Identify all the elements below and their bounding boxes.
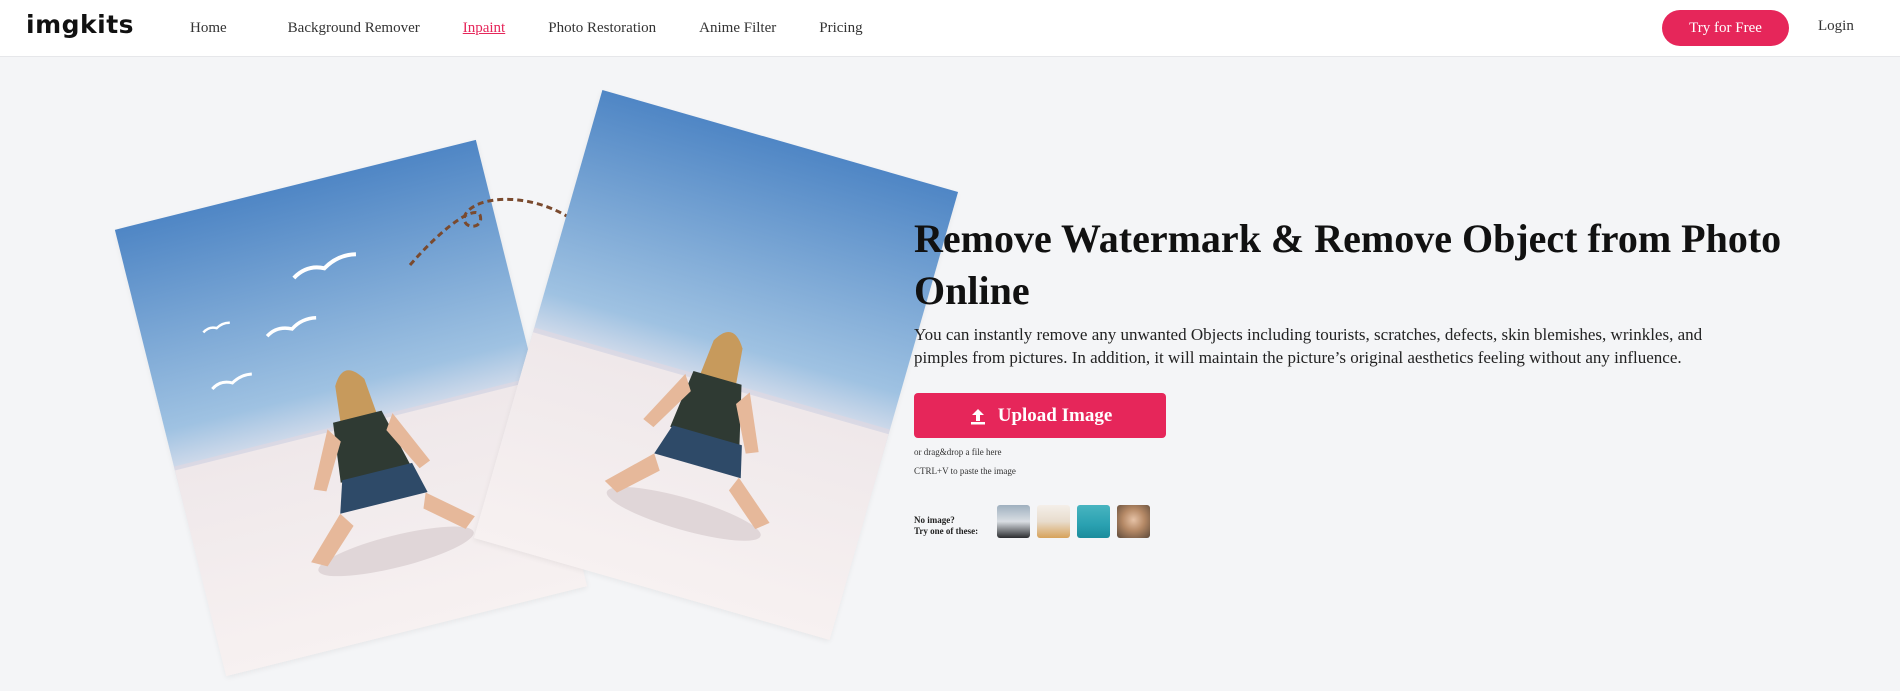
drag-drop-hint: or drag&drop a file here [914, 447, 1002, 457]
nav-anime-filter[interactable]: Anime Filter [699, 20, 776, 37]
nav-pricing[interactable]: Pricing [819, 20, 862, 37]
logo[interactable]: imgkits [26, 10, 134, 39]
nav-inpaint[interactable]: Inpaint [463, 20, 506, 37]
page-title: Remove Watermark & Remove Object from Ph… [914, 216, 1782, 313]
no-image-line1: No image? [914, 515, 955, 525]
sample-image-2[interactable] [1037, 505, 1070, 538]
no-image-line2: Try one of these: [914, 526, 979, 536]
top-navbar: imgkits Home Background Remover Inpaint … [0, 0, 1900, 57]
nav-background-remover[interactable]: Background Remover [288, 20, 420, 37]
person-figure [604, 332, 770, 541]
sample-image-1[interactable] [997, 505, 1030, 538]
try-for-free-button[interactable]: Try for Free [1662, 10, 1789, 46]
sample-image-4[interactable] [1117, 505, 1150, 538]
nav-photo-restoration[interactable]: Photo Restoration [548, 20, 656, 37]
sample-image-3[interactable] [1077, 505, 1110, 538]
no-image-label: No image? Try one of these: [914, 515, 978, 537]
after-photo [473, 90, 959, 640]
sample-thumbnails [997, 505, 1150, 538]
login-link[interactable]: Login [1818, 18, 1854, 35]
upload-button-label: Upload Image [997, 404, 1113, 426]
paste-hint: CTRL+V to paste the image [914, 466, 1016, 476]
main-nav: Home Background Remover Inpaint Photo Re… [190, 0, 863, 57]
nav-home[interactable]: Home [190, 20, 227, 37]
upload-image-button[interactable]: Upload Image [914, 393, 1166, 438]
hero-description: You can instantly remove any unwanted Ob… [914, 325, 1703, 367]
upload-icon [970, 408, 985, 424]
